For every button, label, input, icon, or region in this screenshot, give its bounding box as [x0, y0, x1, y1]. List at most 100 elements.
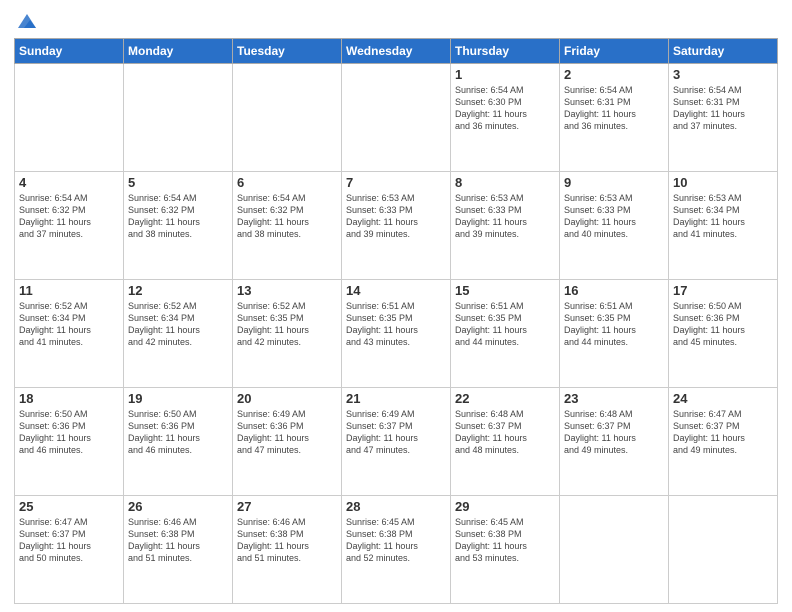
day-number: 13	[237, 283, 337, 298]
day-header-tuesday: Tuesday	[233, 39, 342, 64]
day-info: Sunrise: 6:53 AM Sunset: 6:33 PM Dayligh…	[455, 192, 555, 241]
logo	[14, 10, 38, 32]
calendar-cell	[669, 496, 778, 604]
week-row-4: 25 Sunrise: 6:47 AM Sunset: 6:37 PM Dayli…	[15, 496, 778, 604]
day-number: 9	[564, 175, 664, 190]
day-number: 15	[455, 283, 555, 298]
day-info: Sunrise: 6:45 AM Sunset: 6:38 PM Dayligh…	[346, 516, 446, 565]
calendar-cell: 21Sunrise: 6:49 AM Sunset: 6:37 PM Dayli…	[342, 388, 451, 496]
day-header-monday: Monday	[124, 39, 233, 64]
calendar-cell	[342, 64, 451, 172]
calendar-cell: 24Sunrise: 6:47 AM Sunset: 6:37 PM Dayli…	[669, 388, 778, 496]
week-row-3: 18 Sunrise: 6:50 AM Sunset: 6:36 PM Dayli…	[15, 388, 778, 496]
week-row-0: 1 Sunrise: 6:54 AM Sunset: 6:30 PM Daylig…	[15, 64, 778, 172]
day-info: Sunrise: 6:47 AM Sunset: 6:37 PM Dayligh…	[19, 516, 119, 565]
day-info: Sunrise: 6:53 AM Sunset: 6:33 PM Dayligh…	[564, 192, 664, 241]
calendar-cell: 1 Sunrise: 6:54 AM Sunset: 6:30 PM Daylig…	[451, 64, 560, 172]
calendar-cell: 9 Sunrise: 6:53 AM Sunset: 6:33 PM Daylig…	[560, 172, 669, 280]
day-info: Sunrise: 6:51 AM Sunset: 6:35 PM Dayligh…	[346, 300, 446, 349]
calendar-cell: 28 Sunrise: 6:45 AM Sunset: 6:38 PM Dayli…	[342, 496, 451, 604]
calendar-cell: 20 Sunrise: 6:49 AM Sunset: 6:36 PM Dayli…	[233, 388, 342, 496]
day-info: Sunrise: 6:48 AM Sunset: 6:37 PM Dayligh…	[564, 408, 664, 457]
day-number: 7	[346, 175, 446, 190]
days-header-row: SundayMondayTuesdayWednesdayThursdayFrid…	[15, 39, 778, 64]
calendar-cell: 29 Sunrise: 6:45 AM Sunset: 6:38 PM Dayli…	[451, 496, 560, 604]
day-info: Sunrise: 6:54 AM Sunset: 6:31 PM Dayligh…	[564, 84, 664, 133]
calendar-cell: 17 Sunrise: 6:50 AM Sunset: 6:36 PM Dayli…	[669, 280, 778, 388]
day-number: 16	[564, 283, 664, 298]
day-number: 23	[564, 391, 664, 406]
day-info: Sunrise: 6:50 AM Sunset: 6:36 PM Dayligh…	[19, 408, 119, 457]
day-header-thursday: Thursday	[451, 39, 560, 64]
day-info: Sunrise: 6:48 AM Sunset: 6:37 PM Dayligh…	[455, 408, 555, 457]
day-number: 22	[455, 391, 555, 406]
calendar-cell: 10 Sunrise: 6:53 AM Sunset: 6:34 PM Dayli…	[669, 172, 778, 280]
day-number: 29	[455, 499, 555, 514]
day-number: 19	[128, 391, 228, 406]
day-number: 28	[346, 499, 446, 514]
calendar-cell: 25 Sunrise: 6:47 AM Sunset: 6:37 PM Dayli…	[15, 496, 124, 604]
day-number: 17	[673, 283, 773, 298]
calendar-cell: 3 Sunrise: 6:54 AM Sunset: 6:31 PM Daylig…	[669, 64, 778, 172]
week-row-2: 11Sunrise: 6:52 AM Sunset: 6:34 PM Dayli…	[15, 280, 778, 388]
day-number: 21	[346, 391, 446, 406]
day-info: Sunrise: 6:53 AM Sunset: 6:34 PM Dayligh…	[673, 192, 773, 241]
day-info: Sunrise: 6:51 AM Sunset: 6:35 PM Dayligh…	[455, 300, 555, 349]
day-info: Sunrise: 6:45 AM Sunset: 6:38 PM Dayligh…	[455, 516, 555, 565]
calendar-cell: 11Sunrise: 6:52 AM Sunset: 6:34 PM Dayli…	[15, 280, 124, 388]
day-number: 24	[673, 391, 773, 406]
day-number: 26	[128, 499, 228, 514]
calendar-cell: 5Sunrise: 6:54 AM Sunset: 6:32 PM Daylig…	[124, 172, 233, 280]
calendar-cell: 8Sunrise: 6:53 AM Sunset: 6:33 PM Daylig…	[451, 172, 560, 280]
calendar-body: 1 Sunrise: 6:54 AM Sunset: 6:30 PM Daylig…	[15, 64, 778, 604]
day-info: Sunrise: 6:49 AM Sunset: 6:36 PM Dayligh…	[237, 408, 337, 457]
day-number: 5	[128, 175, 228, 190]
day-number: 2	[564, 67, 664, 82]
calendar-cell: 23 Sunrise: 6:48 AM Sunset: 6:37 PM Dayli…	[560, 388, 669, 496]
calendar-cell: 6 Sunrise: 6:54 AM Sunset: 6:32 PM Daylig…	[233, 172, 342, 280]
day-header-friday: Friday	[560, 39, 669, 64]
day-info: Sunrise: 6:50 AM Sunset: 6:36 PM Dayligh…	[673, 300, 773, 349]
day-header-wednesday: Wednesday	[342, 39, 451, 64]
day-number: 6	[237, 175, 337, 190]
day-number: 18	[19, 391, 119, 406]
day-info: Sunrise: 6:51 AM Sunset: 6:35 PM Dayligh…	[564, 300, 664, 349]
day-number: 20	[237, 391, 337, 406]
day-info: Sunrise: 6:52 AM Sunset: 6:34 PM Dayligh…	[19, 300, 119, 349]
day-info: Sunrise: 6:54 AM Sunset: 6:32 PM Dayligh…	[19, 192, 119, 241]
logo-icon	[16, 10, 38, 32]
header-row	[14, 10, 778, 32]
calendar-cell	[560, 496, 669, 604]
day-info: Sunrise: 6:53 AM Sunset: 6:33 PM Dayligh…	[346, 192, 446, 241]
calendar-table: SundayMondayTuesdayWednesdayThursdayFrid…	[14, 38, 778, 604]
calendar-cell: 2 Sunrise: 6:54 AM Sunset: 6:31 PM Daylig…	[560, 64, 669, 172]
day-number: 3	[673, 67, 773, 82]
day-info: Sunrise: 6:46 AM Sunset: 6:38 PM Dayligh…	[128, 516, 228, 565]
calendar-cell	[233, 64, 342, 172]
calendar-cell: 26 Sunrise: 6:46 AM Sunset: 6:38 PM Dayli…	[124, 496, 233, 604]
calendar-cell: 18 Sunrise: 6:50 AM Sunset: 6:36 PM Dayli…	[15, 388, 124, 496]
calendar-cell: 14 Sunrise: 6:51 AM Sunset: 6:35 PM Dayli…	[342, 280, 451, 388]
day-header-saturday: Saturday	[669, 39, 778, 64]
day-number: 27	[237, 499, 337, 514]
day-number: 12	[128, 283, 228, 298]
calendar-cell: 4 Sunrise: 6:54 AM Sunset: 6:32 PM Daylig…	[15, 172, 124, 280]
day-number: 10	[673, 175, 773, 190]
calendar-cell: 27Sunrise: 6:46 AM Sunset: 6:38 PM Dayli…	[233, 496, 342, 604]
day-number: 14	[346, 283, 446, 298]
calendar-cell: 7 Sunrise: 6:53 AM Sunset: 6:33 PM Daylig…	[342, 172, 451, 280]
page: SundayMondayTuesdayWednesdayThursdayFrid…	[0, 0, 792, 612]
day-info: Sunrise: 6:54 AM Sunset: 6:30 PM Dayligh…	[455, 84, 555, 133]
calendar-cell: 19 Sunrise: 6:50 AM Sunset: 6:36 PM Dayli…	[124, 388, 233, 496]
day-number: 1	[455, 67, 555, 82]
day-info: Sunrise: 6:54 AM Sunset: 6:31 PM Dayligh…	[673, 84, 773, 133]
calendar-cell	[15, 64, 124, 172]
calendar-cell	[124, 64, 233, 172]
day-info: Sunrise: 6:50 AM Sunset: 6:36 PM Dayligh…	[128, 408, 228, 457]
day-number: 4	[19, 175, 119, 190]
day-info: Sunrise: 6:52 AM Sunset: 6:34 PM Dayligh…	[128, 300, 228, 349]
day-info: Sunrise: 6:54 AM Sunset: 6:32 PM Dayligh…	[237, 192, 337, 241]
calendar-cell: 22 Sunrise: 6:48 AM Sunset: 6:37 PM Dayli…	[451, 388, 560, 496]
calendar-cell: 15 Sunrise: 6:51 AM Sunset: 6:35 PM Dayli…	[451, 280, 560, 388]
day-number: 25	[19, 499, 119, 514]
